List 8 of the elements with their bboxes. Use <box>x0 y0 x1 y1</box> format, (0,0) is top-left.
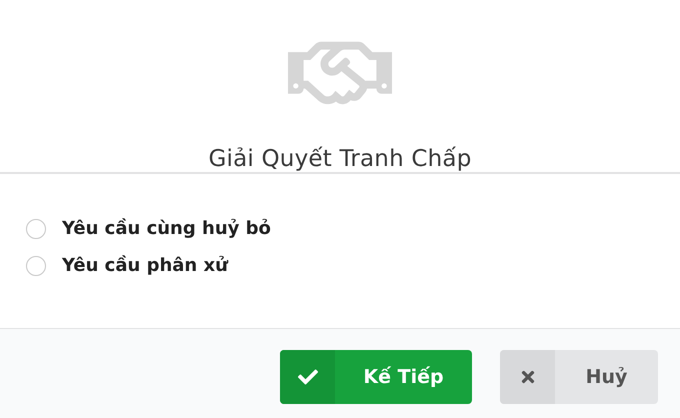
cancel-button[interactable]: Huỷ <box>500 350 658 404</box>
check-icon <box>298 367 318 387</box>
option-label: Yêu cầu phân xử <box>62 255 228 276</box>
radio-button[interactable] <box>26 256 46 276</box>
dialog-title: Giải Quyết Tranh Chấp <box>208 146 472 172</box>
radio-button[interactable] <box>26 218 46 238</box>
option-label: Yêu cầu cùng huỷ bỏ <box>62 218 271 239</box>
next-button[interactable]: Kế Tiếp <box>280 350 472 404</box>
